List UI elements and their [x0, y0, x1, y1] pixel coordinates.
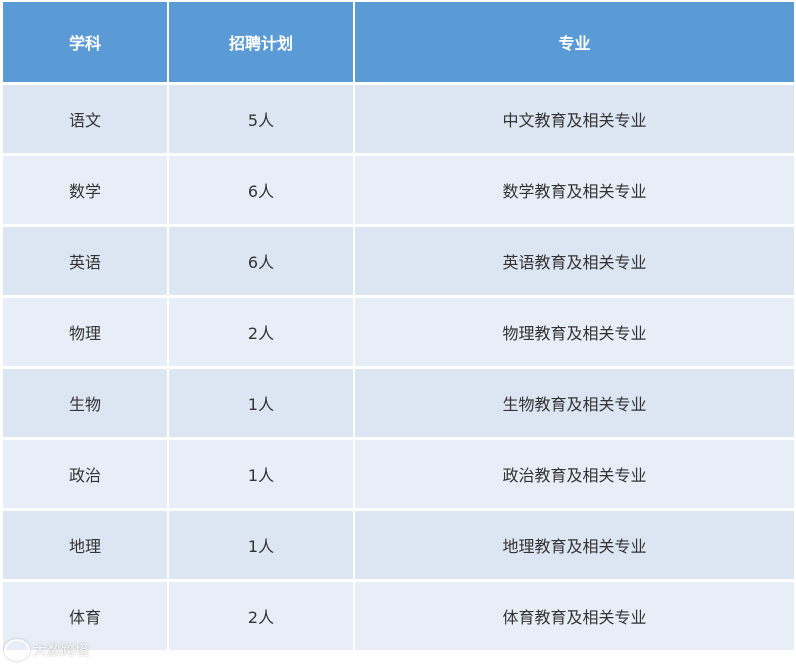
cell-subject: 生物	[3, 369, 169, 440]
table-row: 生物 1人 生物教育及相关专业	[3, 369, 794, 440]
cell-plan: 1人	[169, 369, 355, 440]
cell-major: 中文教育及相关专业	[355, 85, 794, 156]
header-subject: 学科	[3, 2, 169, 85]
cell-major: 体育教育及相关专业	[355, 582, 794, 653]
cell-plan: 1人	[169, 440, 355, 511]
cell-subject: 英语	[3, 227, 169, 298]
table-row: 语文 5人 中文教育及相关专业	[3, 85, 794, 156]
cell-plan: 1人	[169, 511, 355, 582]
watermark-logo-icon	[4, 639, 30, 661]
table-row: 政治 1人 政治教育及相关专业	[3, 440, 794, 511]
table-header-row: 学科 招聘计划 专业	[3, 2, 794, 85]
header-plan: 招聘计划	[169, 2, 355, 85]
cell-plan: 6人	[169, 156, 355, 227]
watermark-text: 大数跨境	[33, 643, 89, 659]
cell-plan: 2人	[169, 582, 355, 653]
cell-major: 英语教育及相关专业	[355, 227, 794, 298]
cell-major: 地理教育及相关专业	[355, 511, 794, 582]
cell-subject: 地理	[3, 511, 169, 582]
cell-subject: 政治	[3, 440, 169, 511]
table-row: 物理 2人 物理教育及相关专业	[3, 298, 794, 369]
table-row: 英语 6人 英语教育及相关专业	[3, 227, 794, 298]
recruitment-table: 学科 招聘计划 专业 语文 5人 中文教育及相关专业 数学 6人 数学教育及相关…	[3, 2, 794, 653]
header-major: 专业	[355, 2, 794, 85]
cell-plan: 5人	[169, 85, 355, 156]
cell-subject: 数学	[3, 156, 169, 227]
cell-plan: 6人	[169, 227, 355, 298]
cell-major: 政治教育及相关专业	[355, 440, 794, 511]
cell-subject: 语文	[3, 85, 169, 156]
cell-subject: 物理	[3, 298, 169, 369]
cell-major: 数学教育及相关专业	[355, 156, 794, 227]
table-row: 体育 2人 体育教育及相关专业	[3, 582, 794, 653]
cell-plan: 2人	[169, 298, 355, 369]
cell-major: 物理教育及相关专业	[355, 298, 794, 369]
watermark: 大数跨境	[4, 639, 89, 661]
table-row: 地理 1人 地理教育及相关专业	[3, 511, 794, 582]
table-row: 数学 6人 数学教育及相关专业	[3, 156, 794, 227]
cell-major: 生物教育及相关专业	[355, 369, 794, 440]
